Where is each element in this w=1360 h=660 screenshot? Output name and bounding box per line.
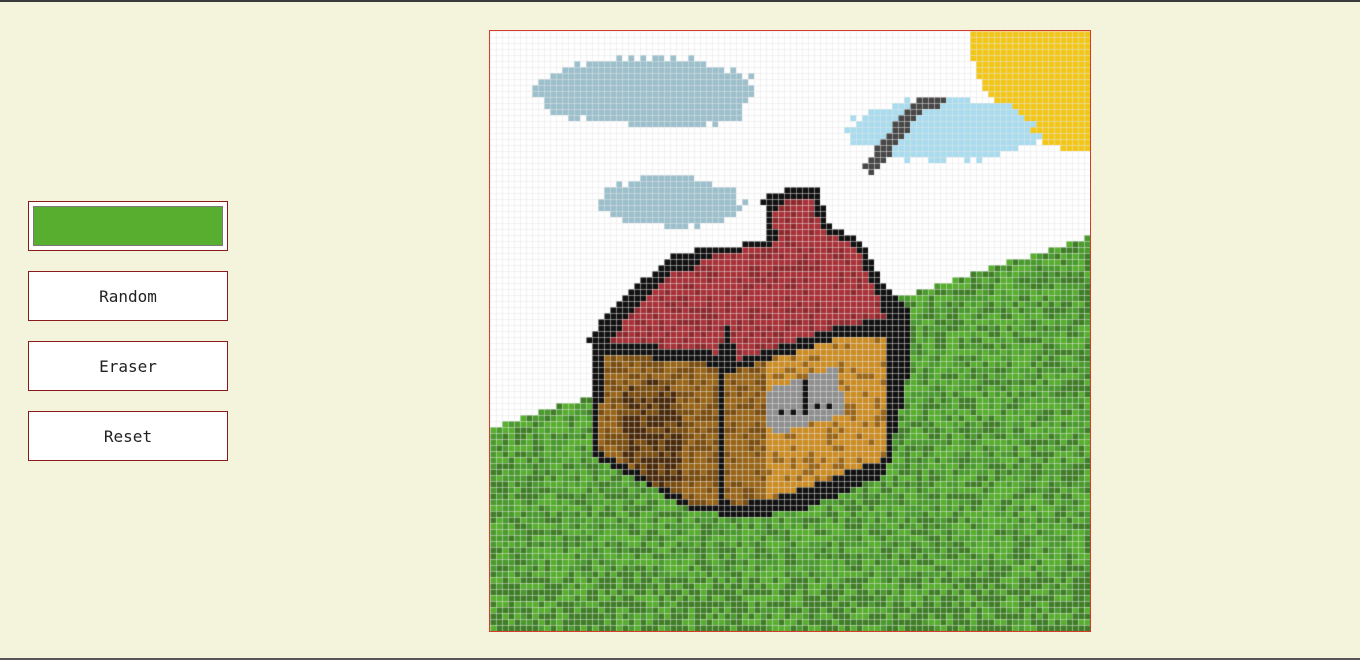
drawing-grid[interactable] bbox=[489, 30, 1091, 632]
color-swatch[interactable] bbox=[33, 206, 223, 246]
eraser-button[interactable]: Eraser bbox=[28, 341, 228, 391]
pixel-canvas[interactable] bbox=[490, 31, 1090, 631]
top-border bbox=[0, 0, 1360, 2]
reset-button[interactable]: Reset bbox=[28, 411, 228, 461]
color-picker[interactable] bbox=[28, 201, 228, 251]
toolbar: Random Eraser Reset bbox=[28, 201, 228, 481]
random-button[interactable]: Random bbox=[28, 271, 228, 321]
